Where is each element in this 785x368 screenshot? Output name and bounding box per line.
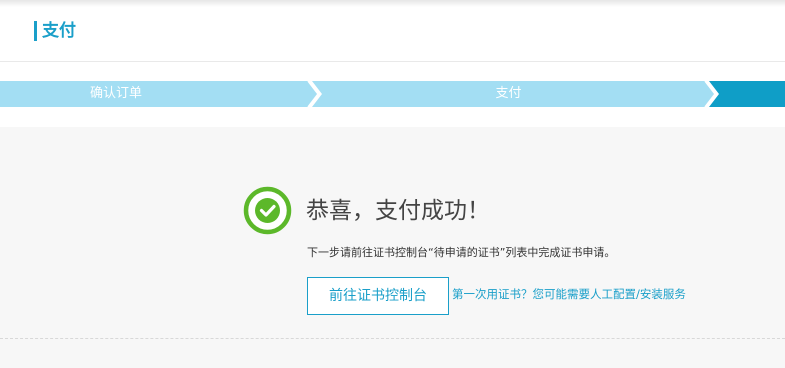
step-progress-bar: 确认订单 支付 bbox=[0, 81, 785, 107]
page-title: 支付 bbox=[34, 21, 76, 41]
manual-installation-service-link[interactable]: 第一次用证书？您可能需要人工配置/安装服务 bbox=[452, 286, 686, 302]
dashed-divider bbox=[0, 338, 785, 339]
page-header: 支付 bbox=[0, 7, 785, 62]
step-label-pay: 支付 bbox=[495, 86, 522, 101]
next-step-hint: 下一步请前往证书控制台“待申请的证书”列表中完成证书申请。 bbox=[307, 246, 616, 259]
go-to-certificate-console-button[interactable]: 前往证书控制台 bbox=[307, 277, 449, 315]
top-shadow bbox=[0, 0, 785, 7]
success-title: 恭喜，支付成功！ bbox=[306, 198, 490, 224]
check-circle-icon bbox=[243, 186, 292, 235]
step-label-confirm-order: 确认订单 bbox=[89, 86, 142, 101]
step-label-current bbox=[709, 81, 785, 107]
payment-page: 支付 确认订单 支付 恭喜，支付成功！ 下一步请前往证书控制台“待申请的证书”列… bbox=[0, 0, 785, 368]
